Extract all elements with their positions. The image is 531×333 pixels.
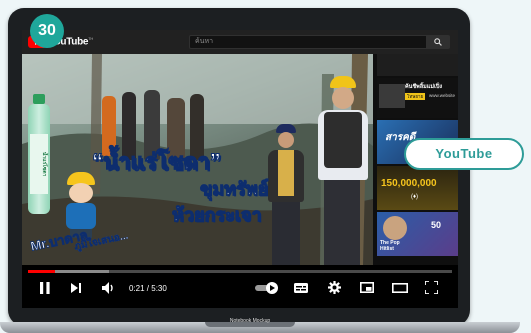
settings-gear-icon[interactable] (328, 281, 341, 294)
video-player[interactable]: น้ำแร่โซดา “น้ำแร่โซดา” ขุมทรัพย์ ห้วยกร… (22, 54, 373, 265)
video-title-line2: ขุมทรัพย์ (199, 179, 269, 200)
progress-played (28, 270, 56, 273)
recommended-tag: โทษยาย (405, 93, 426, 100)
time-display: 0:21 / 5:30 (129, 284, 167, 293)
official-woman (262, 124, 308, 265)
official-man (314, 76, 370, 265)
subtitles-icon[interactable] (294, 283, 308, 293)
theater-mode-icon[interactable] (392, 283, 408, 293)
bottle-label: น้ำแร่โซดา (30, 134, 48, 194)
logo-region: TH (88, 36, 93, 41)
recommended-item[interactable] (377, 54, 458, 76)
recommended-title: The Pop Hitlist (380, 240, 400, 252)
fullscreen-icon[interactable] (425, 281, 438, 294)
recommended-count: 150,000,000 (381, 178, 437, 189)
laptop-screen: YouTubeTH ค้นหา น้ำแร่โซดา “น้ำแร่โซดา” … (22, 30, 458, 308)
player-controls: 0:21 / 5:30 (22, 265, 458, 308)
search-icon (434, 38, 442, 46)
youtube-callout-label: YouTube (404, 138, 524, 170)
recommended-item[interactable]: ค้นชีพลิ้มแม่เปิ่ง โทษยาย www.website (377, 78, 458, 118)
search-button[interactable] (426, 35, 450, 49)
recommended-tag: (♦) (411, 194, 419, 200)
step-number-badge: 30 (30, 14, 64, 48)
recommended-item[interactable]: 150,000,000 (♦) (377, 166, 458, 210)
recommended-url: www.website (429, 93, 456, 98)
video-title-line3: ห้วยกระเจา (172, 205, 263, 226)
device-label: Notebook Mockup (229, 318, 271, 324)
miniplayer-icon[interactable] (360, 282, 374, 293)
search-input[interactable]: ค้นหา (189, 35, 427, 49)
recommended-title: ค้นชีพลิ้มแม่เปิ่ง (405, 84, 443, 90)
volume-icon[interactable] (102, 282, 115, 294)
next-icon[interactable] (71, 283, 82, 293)
youtube-header: YouTubeTH ค้นหา (22, 30, 458, 54)
autoplay-toggle-icon[interactable] (255, 282, 279, 294)
recommended-count: 50 (431, 220, 442, 230)
water-bottle: น้ำแร่โซดา (26, 94, 52, 214)
recommended-item[interactable]: The Pop Hitlist 50 (377, 212, 458, 256)
pause-icon[interactable] (40, 282, 50, 294)
